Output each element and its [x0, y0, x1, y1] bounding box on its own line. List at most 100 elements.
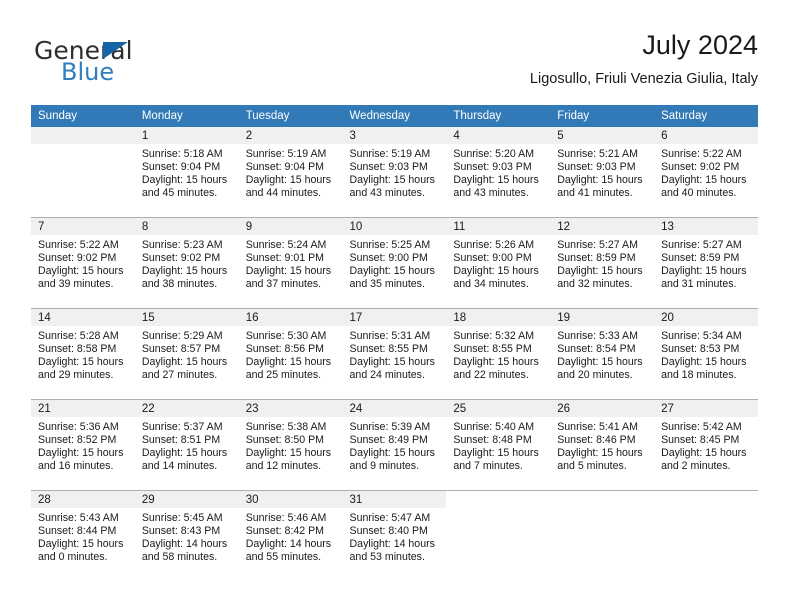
empty-day-cell	[446, 491, 551, 581]
calendar-cell[interactable]: 26 Sunrise: 5:41 AM Sunset: 8:46 PM Dayligh…	[550, 399, 655, 491]
sunrise-text: Sunrise: 5:41 AM	[557, 421, 638, 433]
logo-triangle-icon	[103, 42, 128, 59]
day-cell[interactable]: 20 Sunrise: 5:34 AM Sunset: 8:53 PM Dayligh…	[654, 309, 758, 399]
day-cell[interactable]: 30 Sunrise: 5:46 AM Sunset: 8:42 PM Dayligh…	[238, 491, 343, 581]
general-blue-logo[interactable]: General Blue	[32, 36, 262, 92]
day-cell[interactable]: 19 Sunrise: 5:33 AM Sunset: 8:54 PM Dayligh…	[550, 309, 655, 399]
calendar-cell[interactable]: 2 Sunrise: 5:19 AM Sunset: 9:04 PM Daylight…	[238, 127, 343, 218]
daylight-text-line1: Daylight: 15 hours	[245, 356, 332, 369]
calendar-cell[interactable]: 19 Sunrise: 5:33 AM Sunset: 8:54 PM Dayligh…	[550, 308, 655, 400]
day-cell[interactable]: 25 Sunrise: 5:40 AM Sunset: 8:48 PM Dayligh…	[446, 400, 551, 490]
calendar-cell[interactable]: 25 Sunrise: 5:40 AM Sunset: 8:48 PM Dayligh…	[446, 399, 551, 491]
calendar-cell[interactable]: 30 Sunrise: 5:46 AM Sunset: 8:42 PM Dayligh…	[238, 490, 343, 581]
calendar-cell[interactable]	[550, 490, 655, 581]
day-cell[interactable]: 11 Sunrise: 5:26 AM Sunset: 9:00 PM Dayligh…	[446, 218, 551, 308]
day-number: 30	[238, 491, 343, 508]
day-cell[interactable]: 16 Sunrise: 5:30 AM Sunset: 8:56 PM Dayligh…	[238, 309, 343, 399]
day-cell[interactable]: 9 Sunrise: 5:24 AM Sunset: 9:01 PM Daylight…	[238, 218, 343, 308]
sunrise-text: Sunrise: 5:45 AM	[141, 512, 223, 524]
daylight-text-line2: and 9 minutes.	[349, 460, 420, 473]
calendar-week-row: 28 Sunrise: 5:43 AM Sunset: 8:44 PM Dayligh…	[31, 490, 758, 581]
empty-day-cell	[31, 127, 135, 217]
sunset-text: Sunset: 8:59 PM	[661, 252, 740, 265]
calendar-cell[interactable]: 10 Sunrise: 5:25 AM Sunset: 9:00 PM Dayligh…	[342, 217, 447, 309]
sunset-text: Sunset: 9:02 PM	[38, 252, 117, 265]
day-cell[interactable]: 14 Sunrise: 5:28 AM Sunset: 8:58 PM Dayligh…	[31, 309, 135, 399]
day-cell[interactable]: 23 Sunrise: 5:38 AM Sunset: 8:50 PM Dayligh…	[238, 400, 343, 490]
day-cell[interactable]: 22 Sunrise: 5:37 AM Sunset: 8:51 PM Dayligh…	[134, 400, 239, 490]
calendar-cell[interactable]: 18 Sunrise: 5:32 AM Sunset: 8:55 PM Dayligh…	[446, 308, 551, 400]
daylight-text-line1: Daylight: 15 hours	[349, 174, 435, 187]
day-cell[interactable]: 27 Sunrise: 5:42 AM Sunset: 8:45 PM Dayligh…	[654, 400, 758, 490]
day-cell[interactable]: 1 Sunrise: 5:18 AM Sunset: 9:04 PM Daylight…	[134, 127, 239, 217]
daylight-text-line2: and 12 minutes.	[245, 460, 322, 473]
calendar-cell[interactable]	[654, 490, 758, 581]
calendar-cell[interactable]: 1 Sunrise: 5:18 AM Sunset: 9:04 PM Daylight…	[134, 127, 239, 218]
day-cell[interactable]: 29 Sunrise: 5:45 AM Sunset: 8:43 PM Dayligh…	[134, 491, 239, 581]
sunrise-text: Sunrise: 5:18 AM	[141, 148, 223, 160]
sunrise-text: Sunrise: 5:19 AM	[349, 148, 431, 160]
calendar-cell[interactable]: 28 Sunrise: 5:43 AM Sunset: 8:44 PM Dayligh…	[31, 490, 135, 581]
calendar-cell[interactable]	[31, 127, 135, 218]
day-cell[interactable]: 4 Sunrise: 5:20 AM Sunset: 9:03 PM Daylight…	[446, 127, 551, 217]
day-cell[interactable]: 6 Sunrise: 5:22 AM Sunset: 9:02 PM Daylight…	[654, 127, 758, 217]
calendar-cell[interactable]: 9 Sunrise: 5:24 AM Sunset: 9:01 PM Daylight…	[238, 217, 343, 309]
daylight-text-line2: and 37 minutes.	[245, 278, 322, 291]
calendar-cell[interactable]: 4 Sunrise: 5:20 AM Sunset: 9:03 PM Daylight…	[446, 127, 551, 218]
day-cell[interactable]: 15 Sunrise: 5:29 AM Sunset: 8:57 PM Dayligh…	[134, 309, 239, 399]
day-cell[interactable]: 7 Sunrise: 5:22 AM Sunset: 9:02 PM Daylight…	[31, 218, 135, 308]
daylight-text-line2: and 31 minutes.	[661, 278, 737, 291]
sunrise-text: Sunrise: 5:34 AM	[661, 330, 742, 342]
day-number: 7	[31, 218, 135, 235]
day-number: 12	[550, 218, 655, 235]
calendar-cell[interactable]: 3 Sunrise: 5:19 AM Sunset: 9:03 PM Daylight…	[342, 127, 447, 218]
sunrise-text: Sunrise: 5:20 AM	[453, 148, 535, 160]
day-cell[interactable]: 26 Sunrise: 5:41 AM Sunset: 8:46 PM Dayligh…	[550, 400, 655, 490]
calendar-week-row: 7 Sunrise: 5:22 AM Sunset: 9:02 PM Daylight…	[31, 217, 758, 309]
day-cell[interactable]: 18 Sunrise: 5:32 AM Sunset: 8:55 PM Dayligh…	[446, 309, 551, 399]
daylight-text-line2: and 45 minutes.	[141, 187, 218, 200]
day-cell[interactable]: 8 Sunrise: 5:23 AM Sunset: 9:02 PM Daylight…	[134, 218, 239, 308]
weekday-header-monday: Monday	[134, 105, 239, 127]
day-number: 19	[550, 309, 655, 326]
calendar-cell[interactable]: 6 Sunrise: 5:22 AM Sunset: 9:02 PM Daylight…	[654, 127, 758, 218]
calendar-cell[interactable]: 22 Sunrise: 5:37 AM Sunset: 8:51 PM Dayligh…	[134, 399, 239, 491]
day-details: Sunrise: 5:41 AM Sunset: 8:46 PM Daylight:…	[550, 417, 654, 473]
daylight-text-line1: Daylight: 15 hours	[661, 356, 747, 369]
daylight-text-line2: and 25 minutes.	[245, 369, 322, 382]
calendar-cell[interactable]: 8 Sunrise: 5:23 AM Sunset: 9:02 PM Daylight…	[134, 217, 239, 309]
day-cell[interactable]: 31 Sunrise: 5:47 AM Sunset: 8:40 PM Dayligh…	[342, 491, 447, 581]
calendar-cell[interactable]: 21 Sunrise: 5:36 AM Sunset: 8:52 PM Dayligh…	[31, 399, 135, 491]
calendar-cell[interactable]	[446, 490, 551, 581]
calendar-cell[interactable]: 31 Sunrise: 5:47 AM Sunset: 8:40 PM Dayligh…	[342, 490, 447, 581]
day-details: Sunrise: 5:37 AM Sunset: 8:51 PM Daylight:…	[135, 417, 239, 473]
day-cell[interactable]: 5 Sunrise: 5:21 AM Sunset: 9:03 PM Daylight…	[550, 127, 655, 217]
calendar-cell[interactable]: 23 Sunrise: 5:38 AM Sunset: 8:50 PM Dayligh…	[238, 399, 343, 491]
calendar-cell[interactable]: 7 Sunrise: 5:22 AM Sunset: 9:02 PM Daylight…	[31, 217, 135, 309]
day-cell[interactable]: 17 Sunrise: 5:31 AM Sunset: 8:55 PM Dayligh…	[342, 309, 447, 399]
calendar-cell[interactable]: 24 Sunrise: 5:39 AM Sunset: 8:49 PM Dayligh…	[342, 399, 447, 491]
calendar-cell[interactable]: 29 Sunrise: 5:45 AM Sunset: 8:43 PM Dayligh…	[134, 490, 239, 581]
day-cell[interactable]: 2 Sunrise: 5:19 AM Sunset: 9:04 PM Daylight…	[238, 127, 343, 217]
calendar-cell[interactable]: 14 Sunrise: 5:28 AM Sunset: 8:58 PM Dayligh…	[31, 308, 135, 400]
day-cell[interactable]: 24 Sunrise: 5:39 AM Sunset: 8:49 PM Dayligh…	[342, 400, 447, 490]
day-cell[interactable]: 10 Sunrise: 5:25 AM Sunset: 9:00 PM Dayligh…	[342, 218, 447, 308]
calendar-cell[interactable]: 5 Sunrise: 5:21 AM Sunset: 9:03 PM Daylight…	[550, 127, 655, 218]
daylight-text-line2: and 5 minutes.	[557, 460, 627, 473]
day-cell[interactable]: 28 Sunrise: 5:43 AM Sunset: 8:44 PM Dayligh…	[31, 491, 135, 581]
calendar-cell[interactable]: 20 Sunrise: 5:34 AM Sunset: 8:53 PM Dayligh…	[654, 308, 758, 400]
calendar-cell[interactable]: 27 Sunrise: 5:42 AM Sunset: 8:45 PM Dayligh…	[654, 399, 758, 491]
calendar-cell[interactable]: 11 Sunrise: 5:26 AM Sunset: 9:00 PM Dayligh…	[446, 217, 551, 309]
daylight-text-line1: Daylight: 15 hours	[661, 174, 747, 187]
day-cell[interactable]: 21 Sunrise: 5:36 AM Sunset: 8:52 PM Dayligh…	[31, 400, 135, 490]
calendar-cell[interactable]: 16 Sunrise: 5:30 AM Sunset: 8:56 PM Dayligh…	[238, 308, 343, 400]
calendar-cell[interactable]: 15 Sunrise: 5:29 AM Sunset: 8:57 PM Dayligh…	[134, 308, 239, 400]
calendar-cell[interactable]: 17 Sunrise: 5:31 AM Sunset: 8:55 PM Dayligh…	[342, 308, 447, 400]
empty-day-cell	[550, 491, 655, 581]
calendar-cell[interactable]: 13 Sunrise: 5:27 AM Sunset: 8:59 PM Dayligh…	[654, 217, 758, 309]
day-cell[interactable]: 12 Sunrise: 5:27 AM Sunset: 8:59 PM Dayligh…	[550, 218, 655, 308]
calendar-cell[interactable]: 12 Sunrise: 5:27 AM Sunset: 8:59 PM Dayligh…	[550, 217, 655, 309]
day-number	[654, 491, 758, 508]
day-cell[interactable]: 3 Sunrise: 5:19 AM Sunset: 9:03 PM Daylight…	[342, 127, 447, 217]
day-cell[interactable]: 13 Sunrise: 5:27 AM Sunset: 8:59 PM Dayligh…	[654, 218, 758, 308]
